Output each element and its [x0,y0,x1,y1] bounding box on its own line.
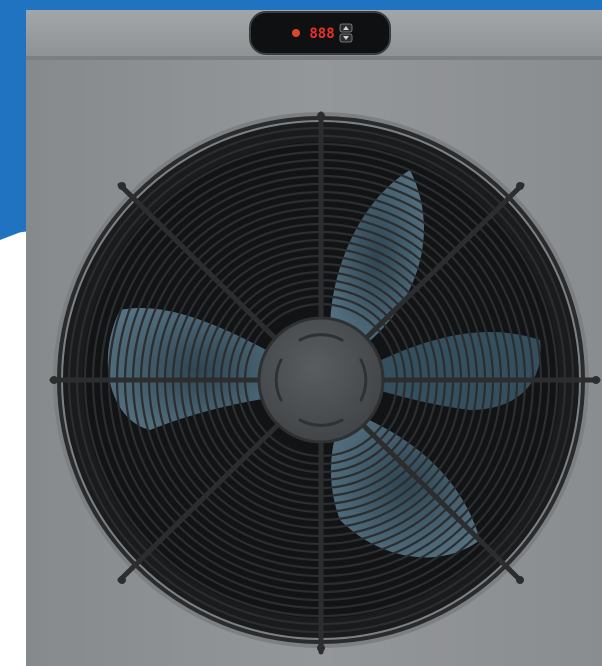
control-display: 888 [249,11,391,55]
heat-pump-scene: 888 [0,0,602,666]
unit-top-edge [26,56,602,60]
temperature-readout: 888 [309,26,334,42]
power-button[interactable] [292,29,300,37]
down-arrow-button[interactable] [339,33,353,43]
up-arrow-button[interactable] [339,23,353,33]
